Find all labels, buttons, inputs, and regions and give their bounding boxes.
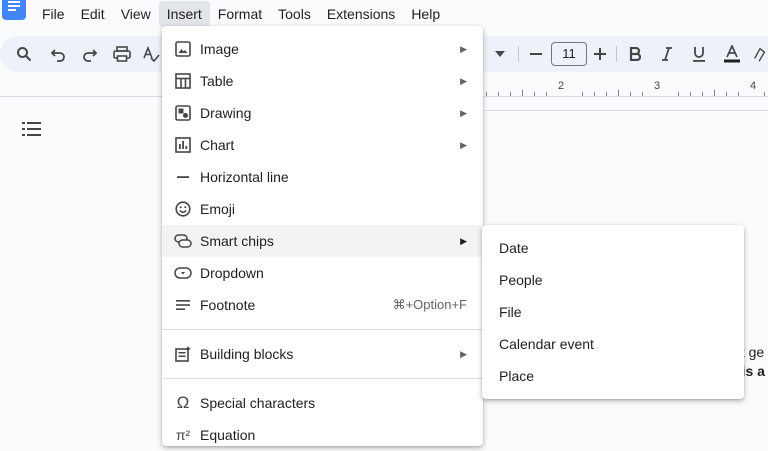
google-docs-icon[interactable] — [2, 0, 26, 20]
submenu-item-file[interactable]: File — [482, 296, 744, 328]
menu-item-label: Building blocks — [200, 346, 294, 362]
font-size-input[interactable]: 11 — [551, 42, 587, 66]
menu-item-drawing[interactable]: Drawing ▶ — [162, 97, 483, 129]
dropdown-icon — [174, 264, 192, 282]
building-blocks-icon — [174, 345, 192, 363]
menu-item-emoji[interactable]: Emoji — [162, 193, 483, 225]
menu-item-label: Emoji — [200, 201, 236, 217]
ruler: 2 3 4 — [484, 78, 768, 96]
submenu-item-people[interactable]: People — [482, 264, 744, 296]
menu-item-label: Drawing — [200, 105, 252, 121]
menu-item-horizontal-line[interactable]: Horizontal line — [162, 161, 483, 193]
menu-item-label: Special characters — [200, 395, 316, 411]
submenu-arrow-icon: ▶ — [460, 108, 467, 118]
menu-item-chart[interactable]: Chart ▶ — [162, 129, 483, 161]
image-icon — [174, 40, 192, 58]
drawing-icon — [174, 104, 192, 122]
menu-separator — [162, 378, 483, 379]
bold-icon[interactable] — [624, 36, 646, 72]
menu-insert[interactable]: Insert — [158, 1, 210, 27]
ruler-label-3: 3 — [654, 80, 661, 92]
menu-item-label: Horizontal line — [200, 169, 289, 185]
document-outline-icon[interactable] — [22, 120, 42, 140]
insert-menu: Image ▶ Table ▶ Drawing ▶ Chart ▶ Horizo… — [162, 26, 483, 446]
menu-item-table[interactable]: Table ▶ — [162, 65, 483, 97]
ruler-label-4: 4 — [750, 80, 757, 92]
submenu-item-place[interactable]: Place — [482, 360, 744, 392]
menu-help[interactable]: Help — [403, 1, 448, 27]
equation-icon: π² — [175, 427, 191, 443]
menu-item-footnote[interactable]: Footnote ⌘+Option+F — [162, 289, 483, 321]
omega-icon: Ω — [176, 393, 190, 412]
menu-item-smart-chips[interactable]: Smart chips ▶ — [162, 225, 483, 257]
underline-icon[interactable] — [688, 36, 710, 72]
menu-item-label: Image — [200, 41, 239, 57]
submenu-arrow-icon: ▶ — [460, 349, 467, 359]
menu-view[interactable]: View — [113, 1, 159, 27]
emoji-icon — [174, 200, 192, 218]
plus-icon[interactable] — [590, 36, 610, 72]
submenu-item-date[interactable]: Date — [482, 232, 744, 264]
smart-chips-icon — [174, 232, 192, 250]
submenu-arrow-icon: ▶ — [460, 76, 467, 86]
menu-item-label: Dropdown — [200, 265, 264, 281]
menu-format[interactable]: Format — [210, 1, 270, 27]
smart-chips-submenu: Date People File Calendar event Place — [482, 225, 744, 399]
menu-extensions[interactable]: Extensions — [319, 1, 403, 27]
menu-file[interactable]: File — [34, 1, 73, 27]
menu-item-label: Smart chips — [200, 233, 274, 249]
chevron-down-icon[interactable] — [490, 36, 510, 72]
menu-item-dropdown[interactable]: Dropdown — [162, 257, 483, 289]
menu-item-equation[interactable]: π² Equation — [162, 419, 483, 451]
ruler-baseline — [484, 110, 768, 111]
horizontal-line-icon — [174, 168, 192, 186]
redo-icon[interactable] — [78, 36, 102, 72]
search-icon[interactable] — [12, 36, 36, 72]
menu-tools[interactable]: Tools — [270, 1, 319, 27]
menu-items: File Edit View Insert Format Tools Exten… — [34, 1, 448, 27]
italic-icon[interactable] — [656, 36, 678, 72]
menu-item-image[interactable]: Image ▶ — [162, 33, 483, 65]
minus-icon[interactable] — [526, 36, 546, 72]
print-icon[interactable] — [110, 36, 134, 72]
undo-icon[interactable] — [46, 36, 70, 72]
menu-item-label: Chart — [200, 137, 235, 153]
footnote-icon — [174, 296, 192, 314]
ruler-label-2: 2 — [558, 80, 565, 92]
submenu-arrow-icon: ▶ — [460, 140, 467, 150]
menu-edit[interactable]: Edit — [73, 1, 113, 27]
submenu-arrow-icon: ▶ — [460, 236, 467, 246]
menu-separator — [162, 329, 483, 330]
highlight-icon[interactable] — [752, 36, 768, 72]
menu-item-building-blocks[interactable]: Building blocks ▶ — [162, 338, 483, 370]
menu-bar: File Edit View Insert Format Tools Exten… — [0, 0, 768, 28]
submenu-item-calendar-event[interactable]: Calendar event — [482, 328, 744, 360]
table-icon — [174, 72, 192, 90]
menu-item-label: Equation — [200, 427, 256, 443]
submenu-arrow-icon: ▶ — [460, 44, 467, 54]
menu-item-label: Table — [200, 73, 234, 89]
shortcut-label: ⌘+Option+F — [392, 297, 467, 312]
menu-item-label: Footnote — [200, 297, 256, 313]
menu-item-special-characters[interactable]: Ω Special characters — [162, 387, 483, 419]
chart-icon — [174, 136, 192, 154]
spellcheck-icon[interactable] — [142, 36, 160, 72]
text-color-icon[interactable] — [720, 36, 744, 72]
